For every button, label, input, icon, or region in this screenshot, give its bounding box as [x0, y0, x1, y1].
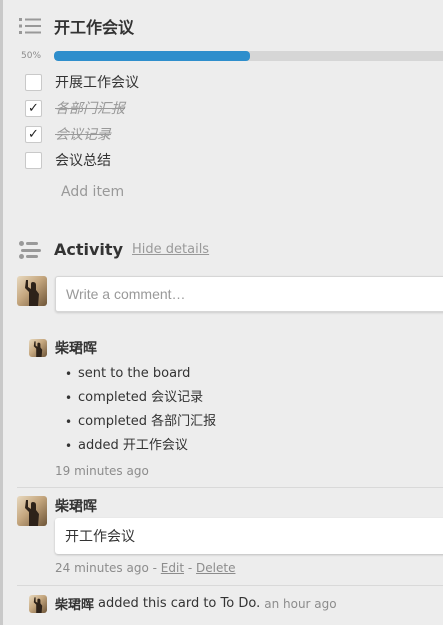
divider	[17, 487, 443, 488]
activity-comment-entry: 柴珺晖 开工作会议 24 minutes ago - Edit - Delete	[17, 496, 443, 575]
checkbox[interactable]: ✓	[25, 99, 42, 117]
activity-title: Activity	[54, 240, 123, 259]
activity-action: sent to the board	[65, 365, 443, 389]
checkbox[interactable]: ✓	[25, 125, 42, 143]
checkbox[interactable]	[25, 151, 42, 169]
meta-separator: -	[152, 561, 157, 575]
activity-entry: 柴珺晖 added this card to To Do. an hour ag…	[29, 594, 337, 613]
progress-track	[54, 51, 443, 61]
activity-entry: 柴珺晖 sent to the board completed 会议记录 com…	[29, 338, 443, 478]
activity-header: Activity Hide details	[19, 240, 209, 259]
progress-percent: 50%	[21, 51, 42, 61]
comment-input[interactable]: Write a comment…	[55, 276, 443, 312]
activity-action: completed 各部门汇报	[65, 413, 443, 437]
user-avatar[interactable]	[17, 496, 47, 526]
checkbox[interactable]	[25, 73, 42, 91]
checklist-item-text[interactable]: 会议总结	[55, 150, 111, 170]
activity-entry-header: 柴珺晖	[29, 338, 443, 358]
activity-timestamp[interactable]: an hour ago	[264, 597, 336, 611]
checklist-title[interactable]: 开工作会议	[54, 14, 134, 38]
activity-action: completed 会议记录	[65, 389, 443, 413]
activity-user[interactable]: 柴珺晖	[55, 594, 94, 613]
checklist-item-text[interactable]: 各部门汇报	[55, 98, 125, 118]
divider	[17, 585, 443, 586]
activity-action-list: sent to the board completed 会议记录 complet…	[65, 365, 443, 461]
meta-separator: -	[187, 561, 193, 575]
checklist-header: 开工作会议	[19, 14, 134, 38]
add-item-button[interactable]: Add item	[61, 184, 124, 200]
activity-text: added this card to To Do.	[98, 596, 261, 611]
activity-action: added 开工作会议	[65, 437, 443, 461]
checklist-item[interactable]: ✓ 会议记录	[25, 121, 443, 147]
checklist-icon	[19, 18, 41, 34]
checklist-progress: 50%	[21, 49, 443, 63]
activity-icon	[19, 240, 41, 259]
checklist-items: 开展工作会议 ✓ 各部门汇报 ✓ 会议记录 会议总结	[25, 69, 443, 173]
comment-meta: 24 minutes ago - Edit - Delete	[55, 561, 235, 575]
user-avatar[interactable]	[29, 594, 47, 613]
card-detail-panel: 开工作会议 50% 开展工作会议 ✓ 各部门汇报 ✓ 会议记录 会议总结 Add…	[0, 0, 443, 625]
comment-text: 开工作会议	[55, 518, 443, 554]
progress-fill	[54, 51, 250, 61]
comment-composer: Write a comment…	[17, 276, 443, 312]
checklist-item[interactable]: 开展工作会议	[25, 69, 443, 95]
activity-timestamp[interactable]: 19 minutes ago	[55, 464, 443, 478]
checklist-item-text[interactable]: 会议记录	[55, 124, 111, 144]
checklist-item-text[interactable]: 开展工作会议	[55, 72, 139, 92]
activity-user[interactable]: 柴珺晖	[55, 338, 97, 358]
activity-user[interactable]: 柴珺晖	[55, 496, 97, 516]
comment-timestamp[interactable]: 24 minutes ago	[55, 561, 149, 575]
edit-comment-link[interactable]: Edit	[161, 561, 184, 575]
user-avatar[interactable]	[17, 276, 47, 306]
delete-comment-link[interactable]: Delete	[196, 561, 235, 575]
user-avatar[interactable]	[29, 339, 47, 357]
checklist-item[interactable]: 会议总结	[25, 147, 443, 173]
hide-details-link[interactable]: Hide details	[132, 242, 209, 257]
checklist-item[interactable]: ✓ 各部门汇报	[25, 95, 443, 121]
